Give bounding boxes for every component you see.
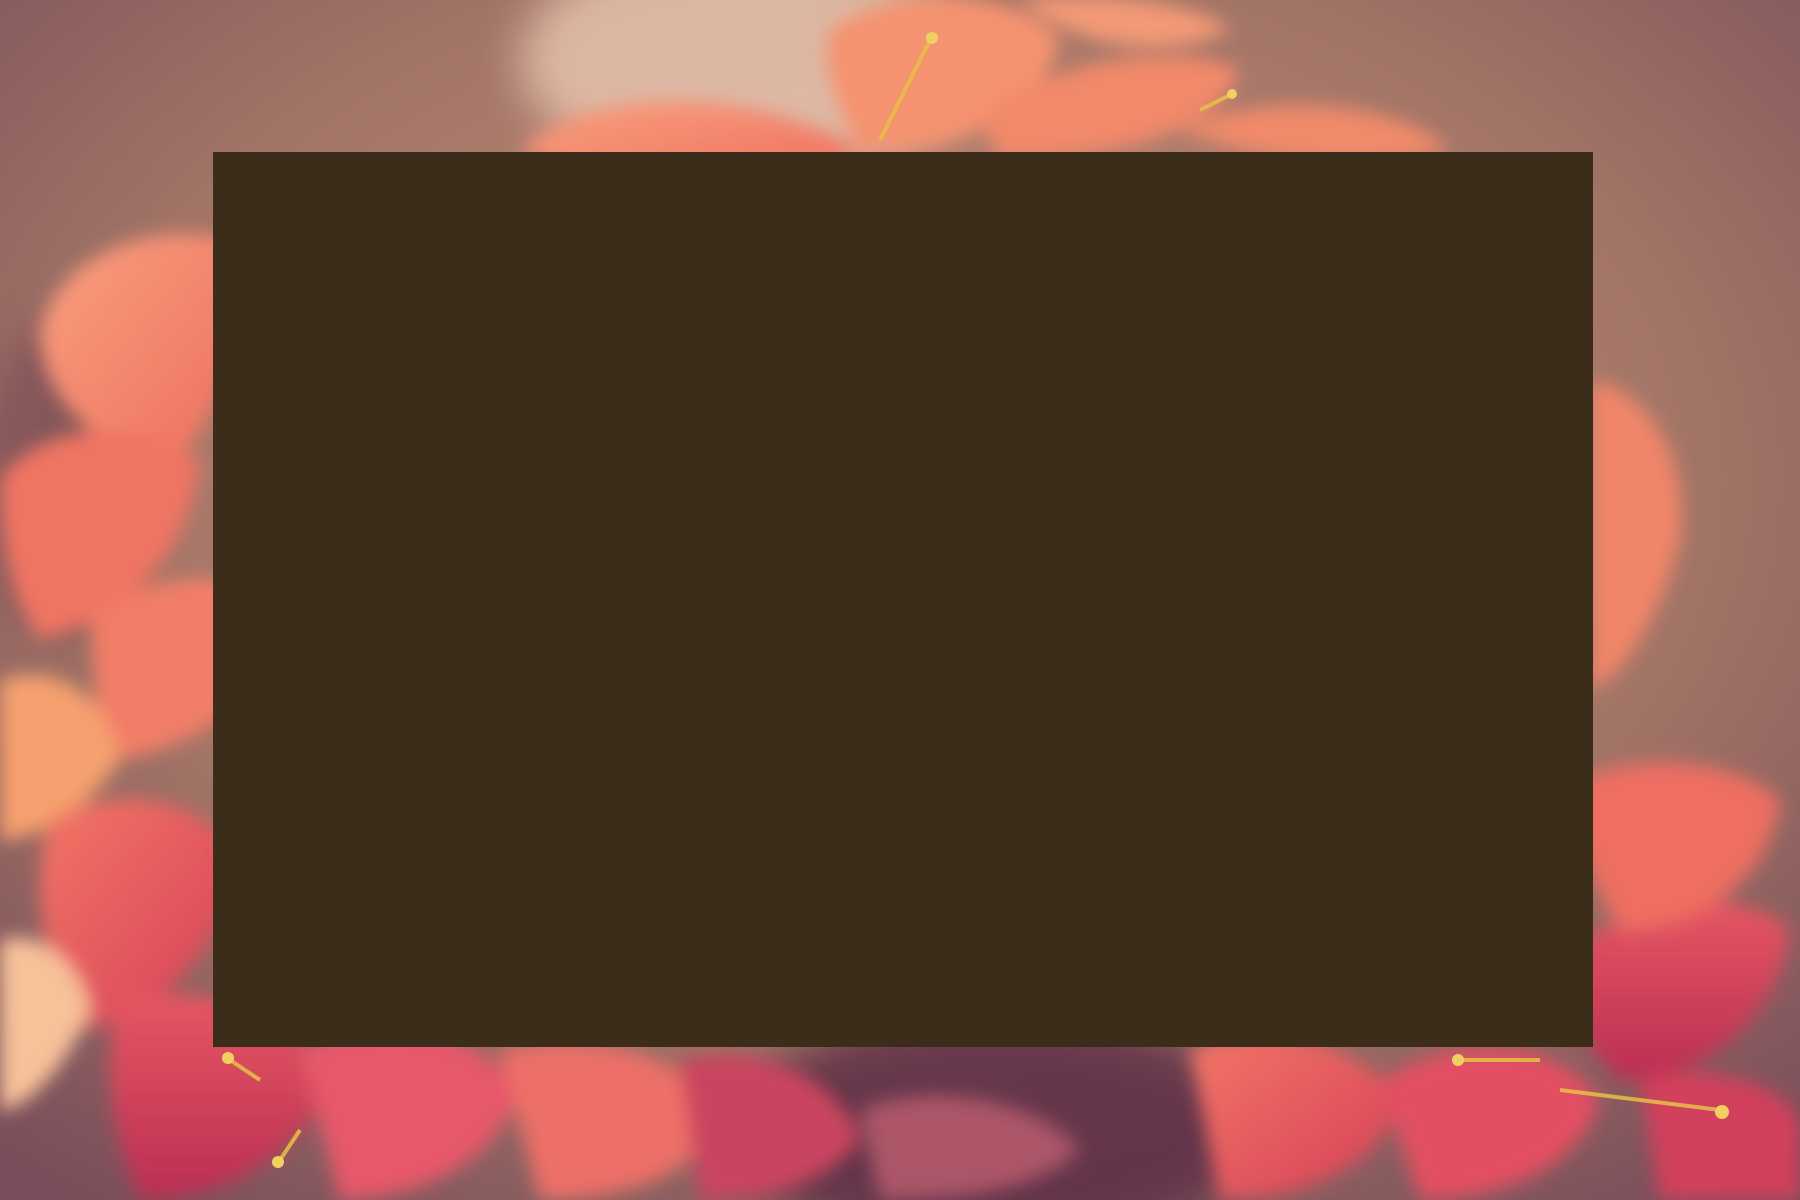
- background-photo: [0, 0, 1800, 1200]
- dark-overlay-panel: [213, 152, 1593, 1047]
